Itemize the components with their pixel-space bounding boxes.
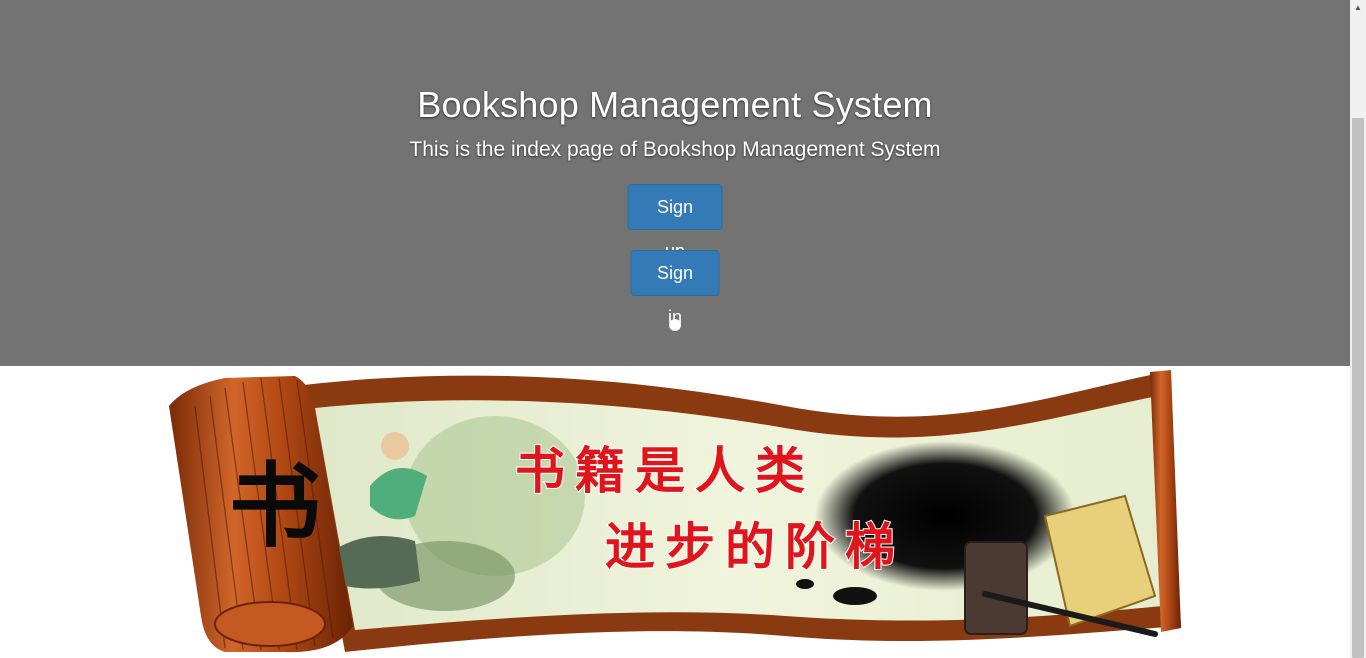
scrollbar-thumb[interactable] [1352, 118, 1364, 658]
scroll-character: 书 [229, 453, 321, 560]
scroll-banner-graphic: 书 书籍是人类 进步的阶梯 [169, 370, 1181, 653]
sign-up-button[interactable]: Sign up [627, 184, 723, 261]
carousel-indicator[interactable] [669, 319, 681, 331]
vertical-scrollbar[interactable]: ▲ [1350, 0, 1366, 658]
banner-slogan-line1: 书籍是人类 [515, 442, 815, 500]
hero-section: Bookshop Management System This is the i… [0, 0, 1350, 366]
page-subtitle: This is the index page of Bookshop Manag… [409, 138, 941, 161]
sign-in-button[interactable]: Sign in [630, 250, 720, 327]
banner-image: 书 书籍是人类 进步的阶梯 [165, 366, 1185, 658]
page-title: Bookshop Management System [417, 84, 933, 125]
banner-slogan-line2: 进步的阶梯 [605, 518, 905, 576]
scroll-up-icon[interactable]: ▲ [1350, 0, 1366, 16]
